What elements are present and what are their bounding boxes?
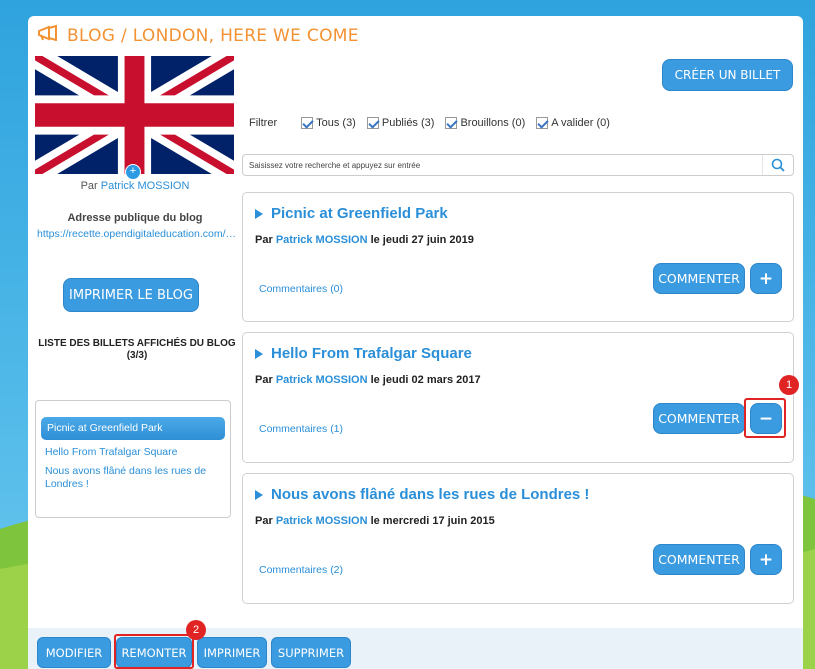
post-title-text[interactable]: Hello From Trafalgar Square <box>271 345 472 362</box>
blog-title-text: BLOG / LONDON, HERE WE COME <box>67 25 359 46</box>
post-card: Hello From Trafalgar Square Par Patrick … <box>242 332 794 463</box>
print-blog-button[interactable]: IMPRIMER LE BLOG <box>63 278 199 312</box>
checkbox-checked-icon[interactable] <box>445 117 458 129</box>
post-date: le jeudi 27 juin 2019 <box>370 234 474 246</box>
public-address-title: Adresse publique du blog <box>67 212 203 224</box>
post-meta: Par Patrick MOSSION le jeudi 02 mars 201… <box>255 374 481 386</box>
blog-cover-image <box>35 56 234 174</box>
post-date: le mercredi 17 juin 2015 <box>370 515 495 527</box>
filter-published-checkbox[interactable]: Publiés (3) <box>366 117 435 129</box>
checkbox-checked-icon[interactable] <box>536 117 549 129</box>
filter-to-validate-checkbox[interactable]: A valider (0) <box>536 117 610 129</box>
post-author-link[interactable]: Patrick MOSSION <box>276 515 368 527</box>
checkbox-checked-icon[interactable] <box>366 117 379 129</box>
filter-label: Filtrer <box>249 117 278 129</box>
public-address-link[interactable]: https://recette.opendigitaleducation.com… <box>37 228 237 240</box>
filter-all-checkbox[interactable]: Tous (3) <box>301 117 356 129</box>
checkbox-checked-icon[interactable] <box>301 117 314 129</box>
post-by: Par <box>255 234 273 246</box>
expand-triangle-icon <box>255 489 263 500</box>
comment-button[interactable]: COMMENTER <box>653 544 745 575</box>
expand-comments-button[interactable]: + <box>750 544 782 575</box>
blog-card: BLOG / LONDON, HERE WE COME CRÉER UN BIL… <box>28 16 803 628</box>
search-icon <box>771 158 785 172</box>
annotation-badge-2: 2 <box>186 620 206 640</box>
post-list: Picnic at Greenfield Park Hello From Tra… <box>35 400 231 518</box>
expand-comments-button[interactable]: + <box>750 263 782 294</box>
post-author-link[interactable]: Patrick MOSSION <box>276 234 368 246</box>
post-by: Par <box>255 515 273 527</box>
post-by: Par <box>255 374 273 386</box>
filter-bar: Filtrer Tous (3) Publiés (3) Brouillons … <box>249 117 621 129</box>
search-input[interactable] <box>243 156 762 174</box>
create-post-button[interactable]: CRÉER UN BILLET <box>662 59 793 91</box>
delete-button[interactable]: SUPPRIMER <box>271 637 351 668</box>
blog-title: BLOG / LONDON, HERE WE COME <box>37 24 359 46</box>
filter-drafts-checkbox[interactable]: Brouillons (0) <box>445 117 525 129</box>
post-title[interactable]: Nous avons flâné dans les rues de Londre… <box>255 486 589 503</box>
expand-triangle-icon <box>255 208 263 219</box>
blog-author: Par Patrick MOSSION <box>28 180 242 192</box>
post-title-text[interactable]: Nous avons flâné dans les rues de Londre… <box>271 486 589 503</box>
filter-all-label: Tous (3) <box>316 117 356 129</box>
annotation-highlight-2 <box>114 634 194 669</box>
post-meta: Par Patrick MOSSION le mercredi 17 juin … <box>255 515 495 527</box>
post-list-title: LISTE DES BILLETS AFFICHÉS DU BLOG (3/3) <box>38 338 236 361</box>
filter-published-label: Publiés (3) <box>381 117 435 129</box>
search-button[interactable] <box>762 155 793 175</box>
post-list-item[interactable]: Picnic at Greenfield Park <box>41 417 225 440</box>
filter-drafts-label: Brouillons (0) <box>460 117 526 129</box>
modify-button[interactable]: MODIFIER <box>37 637 111 668</box>
post-meta: Par Patrick MOSSION le jeudi 27 juin 201… <box>255 234 474 246</box>
search-bar <box>242 154 794 176</box>
comment-button[interactable]: COMMENTER <box>653 403 745 434</box>
annotation-highlight-1 <box>744 398 786 438</box>
post-title[interactable]: Picnic at Greenfield Park <box>255 205 448 222</box>
annotation-badge-1: 1 <box>779 375 799 395</box>
filter-to-validate-label: A valider (0) <box>551 117 610 129</box>
comments-link[interactable]: Commentaires (2) <box>259 564 343 576</box>
comment-button[interactable]: COMMENTER <box>653 263 745 294</box>
post-list-item[interactable]: Hello From Trafalgar Square <box>36 443 230 462</box>
comments-link[interactable]: Commentaires (1) <box>259 423 343 435</box>
post-list-item[interactable]: Nous avons flâné dans les rues de Londre… <box>36 462 230 494</box>
post-date: le jeudi 02 mars 2017 <box>370 374 481 386</box>
post-card: Nous avons flâné dans les rues de Londre… <box>242 473 794 604</box>
change-image-plus-icon[interactable]: + <box>125 164 141 180</box>
author-prefix: Par <box>80 180 98 192</box>
post-author-link[interactable]: Patrick MOSSION <box>276 374 368 386</box>
post-card: Picnic at Greenfield Park Par Patrick MO… <box>242 192 794 322</box>
author-link[interactable]: Patrick MOSSION <box>101 180 190 192</box>
comments-link[interactable]: Commentaires (0) <box>259 283 343 295</box>
megaphone-icon <box>37 24 59 46</box>
expand-triangle-icon <box>255 348 263 359</box>
print-button[interactable]: IMPRIMER <box>197 637 267 668</box>
post-title[interactable]: Hello From Trafalgar Square <box>255 345 472 362</box>
post-title-text[interactable]: Picnic at Greenfield Park <box>271 205 448 222</box>
